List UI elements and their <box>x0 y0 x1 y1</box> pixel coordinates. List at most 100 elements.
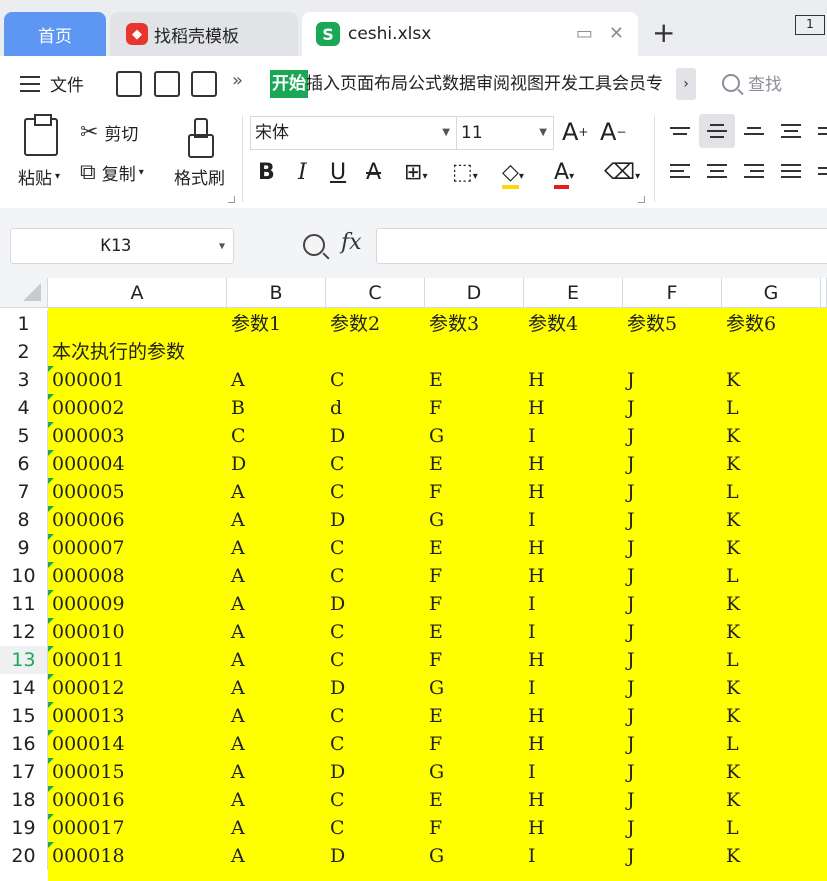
cell-e14[interactable]: I <box>528 674 536 702</box>
cell-f17[interactable]: J <box>627 758 635 786</box>
cell-e15[interactable]: H <box>528 702 545 730</box>
cell-f1[interactable]: 参数5 <box>627 310 677 338</box>
cell-e16[interactable]: H <box>528 730 545 758</box>
cell-d10[interactable]: F <box>429 562 442 590</box>
cell-b12[interactable]: A <box>231 618 245 646</box>
cell-a12[interactable]: 000010 <box>52 618 125 646</box>
cell-a13[interactable]: 000011 <box>52 646 125 674</box>
cell-c18[interactable]: C <box>330 786 345 814</box>
tab-file[interactable]: S ceshi.xlsx ▭ ✕ <box>302 12 638 56</box>
cell-a4[interactable]: 000002 <box>52 394 125 422</box>
cell-b3[interactable]: A <box>231 366 245 394</box>
cell-d12[interactable]: E <box>429 618 443 646</box>
cell-a8[interactable]: 000006 <box>52 506 125 534</box>
paste-icon[interactable] <box>24 114 58 156</box>
cell-f8[interactable]: J <box>627 506 635 534</box>
cell-a7[interactable]: 000005 <box>52 478 125 506</box>
cell-a19[interactable]: 000017 <box>52 814 125 842</box>
cell-b6[interactable]: D <box>231 450 246 478</box>
column-header-a[interactable]: A <box>48 278 227 308</box>
cell-b11[interactable]: A <box>231 590 245 618</box>
cell-g3[interactable]: K <box>726 366 740 394</box>
row-header-11[interactable]: 11 <box>0 590 48 618</box>
cell-e18[interactable]: H <box>528 786 545 814</box>
formula-input[interactable] <box>376 228 827 264</box>
bold-icon[interactable]: B <box>258 158 275 188</box>
cell-g16[interactable]: L <box>726 730 739 758</box>
cell-b16[interactable]: A <box>231 730 245 758</box>
row-header-4[interactable]: 4 <box>0 394 48 422</box>
cell-e13[interactable]: H <box>528 646 545 674</box>
cell-c7[interactable]: C <box>330 478 345 506</box>
cell-c6[interactable]: C <box>330 450 345 478</box>
cell-d19[interactable]: F <box>429 814 442 842</box>
underline-icon[interactable]: U <box>330 158 346 188</box>
row-header-8[interactable]: 8 <box>0 506 48 534</box>
cell-b10[interactable]: A <box>231 562 245 590</box>
cell-g19[interactable]: L <box>726 814 739 842</box>
cell-d20[interactable]: G <box>429 842 444 870</box>
cell-d18[interactable]: E <box>429 786 443 814</box>
cell-e17[interactable]: I <box>528 758 536 786</box>
cell-e20[interactable]: I <box>528 842 536 870</box>
row-header-3[interactable]: 3 <box>0 366 48 394</box>
row-header-16[interactable]: 16 <box>0 730 48 758</box>
cell-d5[interactable]: G <box>429 422 444 450</box>
cell-d13[interactable]: F <box>429 646 442 674</box>
distribute-icon[interactable] <box>808 154 827 188</box>
font-name-select[interactable]: 宋体 ▼ <box>250 116 456 150</box>
close-icon[interactable]: ✕ <box>609 23 624 44</box>
paste-button[interactable]: 粘贴 ▾ <box>18 164 60 189</box>
monitor-icon[interactable]: ▭ <box>576 23 593 44</box>
clipboard-launcher-icon[interactable] <box>228 196 235 203</box>
column-header-partial[interactable] <box>821 278 827 308</box>
cell-a6[interactable]: 000004 <box>52 450 125 478</box>
align-center-icon[interactable] <box>699 154 735 188</box>
cell-c3[interactable]: C <box>330 366 345 394</box>
cell-d17[interactable]: G <box>429 758 444 786</box>
search-button[interactable]: 查找 <box>722 70 782 95</box>
cell-a5[interactable]: 000003 <box>52 422 125 450</box>
row-header-10[interactable]: 10 <box>0 562 48 590</box>
cell-g10[interactable]: L <box>726 562 739 590</box>
cell-d15[interactable]: E <box>429 702 443 730</box>
justify-icon[interactable] <box>773 154 809 188</box>
cell-c20[interactable]: D <box>330 842 345 870</box>
new-tab-icon[interactable]: + <box>652 18 675 48</box>
cell-b18[interactable]: A <box>231 786 245 814</box>
export-icon[interactable] <box>154 71 180 97</box>
row-header-9[interactable]: 9 <box>0 534 48 562</box>
cell-c17[interactable]: D <box>330 758 345 786</box>
row-header-5[interactable]: 5 <box>0 422 48 450</box>
cell-a14[interactable]: 000012 <box>52 674 125 702</box>
column-header-f[interactable]: F <box>623 278 722 308</box>
cell-b14[interactable]: A <box>231 674 245 702</box>
increase-indent-icon[interactable] <box>808 114 827 148</box>
cell-b13[interactable]: A <box>231 646 245 674</box>
cell-c10[interactable]: C <box>330 562 345 590</box>
cell-e10[interactable]: H <box>528 562 545 590</box>
cell-a16[interactable]: 000014 <box>52 730 125 758</box>
cell-g8[interactable]: K <box>726 506 740 534</box>
font-size-select[interactable]: 11 ▼ <box>456 116 554 150</box>
align-middle-icon[interactable] <box>699 114 735 148</box>
copy-button[interactable]: ⧉ 复制 ▾ <box>80 160 144 185</box>
cell-f10[interactable]: J <box>627 562 635 590</box>
cell-b5[interactable]: C <box>231 422 246 450</box>
cell-e8[interactable]: I <box>528 506 536 534</box>
row-header-2[interactable]: 2 <box>0 338 48 366</box>
cell-a9[interactable]: 000007 <box>52 534 125 562</box>
save-icon[interactable] <box>116 71 142 97</box>
align-bottom-icon[interactable] <box>736 114 772 148</box>
cell-b15[interactable]: A <box>231 702 245 730</box>
cell-f9[interactable]: J <box>627 534 635 562</box>
borders-icon[interactable]: ⊞▾ <box>404 158 427 188</box>
fill-color-icon[interactable]: ◇▾ <box>502 158 524 189</box>
tab-home[interactable]: 首页 <box>4 12 106 56</box>
font-launcher-icon[interactable] <box>638 196 645 203</box>
cell-g14[interactable]: K <box>726 674 740 702</box>
cell-b9[interactable]: A <box>231 534 245 562</box>
cell-g12[interactable]: K <box>726 618 740 646</box>
cell-g18[interactable]: K <box>726 786 740 814</box>
align-top-icon[interactable] <box>662 114 698 148</box>
